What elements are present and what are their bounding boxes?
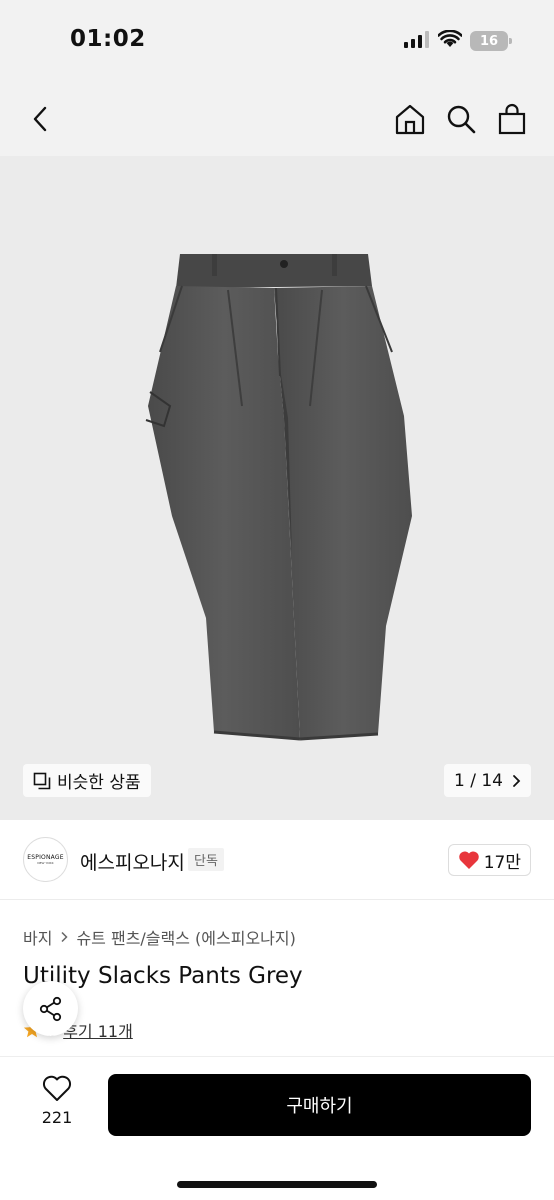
chevron-right-icon bbox=[513, 774, 521, 787]
breadcrumb-category[interactable]: 바지 bbox=[23, 925, 52, 949]
page-indicator-text: 1 / 14 bbox=[454, 770, 503, 791]
search-button[interactable] bbox=[445, 102, 477, 136]
share-icon bbox=[39, 996, 61, 1021]
wishlist-button[interactable]: 221 bbox=[36, 1075, 78, 1127]
buy-button[interactable]: 구매하기 bbox=[108, 1074, 531, 1136]
breadcrumb-subcategory[interactable]: 슈트 팬츠/슬랙스 (에스피오나지) bbox=[76, 925, 295, 949]
home-indicator bbox=[177, 1181, 377, 1188]
status-bar: 01:02 16 bbox=[0, 0, 554, 80]
bottom-action-bar: 221 구매하기 bbox=[0, 1056, 554, 1200]
signal-icon bbox=[404, 30, 430, 52]
status-time: 01:02 bbox=[70, 26, 146, 52]
chevron-right-icon bbox=[60, 928, 69, 947]
product-image-gallery[interactable]: 비슷한 상품 1 / 14 bbox=[0, 156, 554, 820]
seller-name[interactable]: 에스피오나지 bbox=[80, 848, 185, 875]
back-icon bbox=[33, 106, 47, 132]
breadcrumb: 바지 슈트 팬츠/슬랙스 (에스피오나지) bbox=[23, 925, 296, 949]
share-button[interactable] bbox=[23, 981, 78, 1036]
shopping-bag-icon bbox=[498, 103, 526, 135]
seller-row: ESPIONAGE NEW YORK 에스피오나지 단독 17만 bbox=[0, 820, 554, 900]
search-icon bbox=[447, 105, 476, 134]
home-icon bbox=[395, 104, 425, 135]
similar-products-label: 비슷한 상품 bbox=[57, 773, 141, 793]
wishlist-count: 221 bbox=[41, 1108, 73, 1127]
back-button[interactable] bbox=[24, 102, 56, 136]
cart-button[interactable] bbox=[496, 102, 528, 136]
heart-outline-icon bbox=[42, 1075, 72, 1101]
wifi-icon bbox=[437, 29, 463, 52]
home-button[interactable] bbox=[394, 102, 426, 136]
logo-subtext: NEW YORK bbox=[37, 860, 54, 865]
brand-like-count: 17만 bbox=[483, 852, 521, 873]
gallery-icon bbox=[33, 772, 51, 789]
seller-logo[interactable]: ESPIONAGE NEW YORK bbox=[23, 837, 68, 882]
logo-text: ESPIONAGE bbox=[27, 853, 64, 861]
battery-icon: 16 bbox=[470, 31, 512, 51]
status-icons: 16 bbox=[404, 29, 512, 52]
heart-filled-icon bbox=[458, 851, 479, 869]
exclusive-badge: 단독 bbox=[188, 848, 224, 871]
similar-products-button[interactable]: 비슷한 상품 bbox=[23, 764, 151, 797]
product-image bbox=[145, 254, 412, 741]
navigation-bar bbox=[0, 80, 554, 156]
brand-like-button[interactable]: 17만 bbox=[447, 844, 531, 876]
image-page-indicator[interactable]: 1 / 14 bbox=[444, 764, 531, 797]
